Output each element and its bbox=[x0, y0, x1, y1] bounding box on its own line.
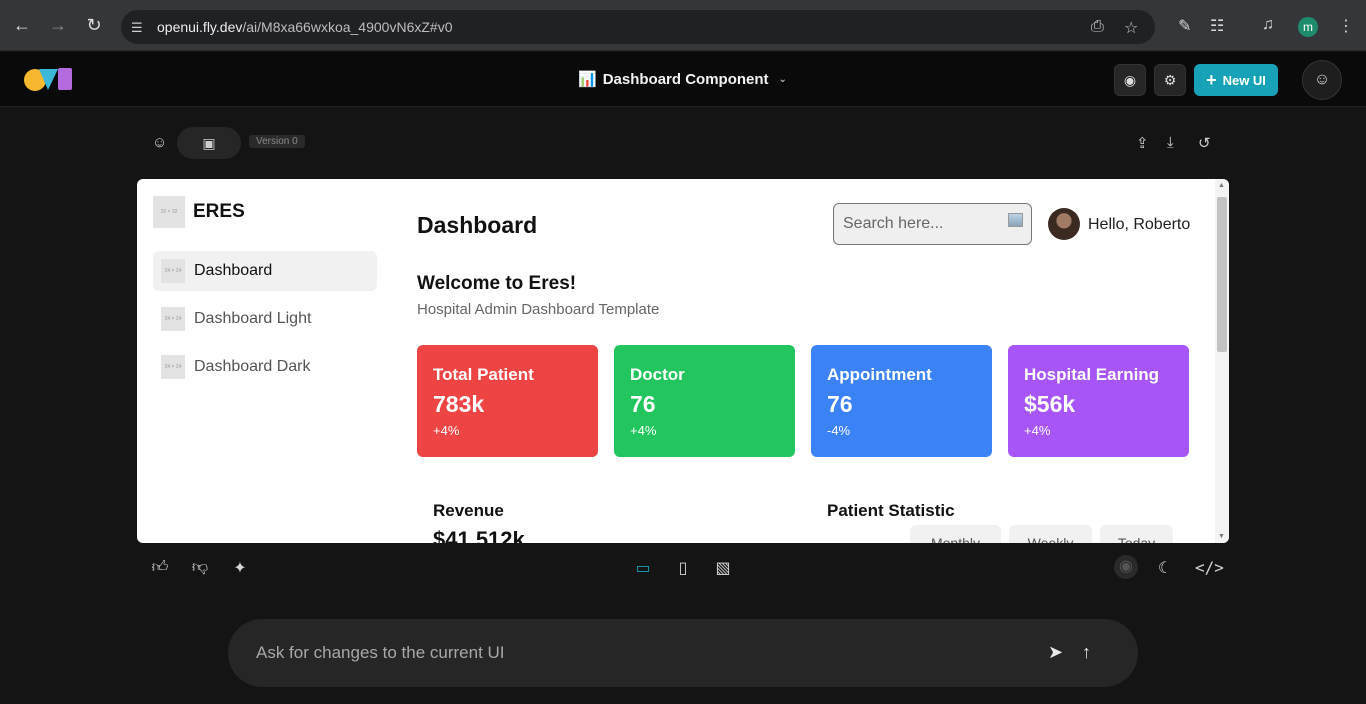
thumbs-up-icon[interactable]: 👍︎ bbox=[150, 558, 170, 577]
avatar[interactable] bbox=[1048, 208, 1080, 240]
bookmark-star-icon[interactable]: ☆ bbox=[1124, 18, 1138, 38]
tablet-view-icon[interactable]: ▯ bbox=[673, 558, 693, 578]
sidebar: 32 × 32 ERES 24 × 24 Dashboard 24 × 24 D… bbox=[137, 179, 393, 543]
version-badge: Version 0 bbox=[249, 135, 305, 148]
send-arrow-icon[interactable]: ↑ bbox=[1082, 642, 1091, 663]
patient-statistic-title: Patient Statistic bbox=[827, 501, 955, 520]
extensions-puzzle-icon[interactable]: ☷ bbox=[1210, 16, 1224, 36]
download-icon[interactable]: ⤓ bbox=[1167, 134, 1174, 151]
sidebar-item-label: Dashboard bbox=[194, 262, 273, 279]
back-icon[interactable]: ← bbox=[10, 13, 34, 37]
settings-button[interactable]: ⚙ bbox=[1154, 64, 1186, 96]
address-bar[interactable]: ☰ openui.fly.dev/ai/M8xa66wxkoa_4900vN6x… bbox=[121, 10, 1155, 44]
welcome-subtitle: Hospital Admin Dashboard Template bbox=[417, 301, 660, 318]
card-title: Doctor bbox=[630, 365, 685, 384]
welcome-title: Welcome to Eres! bbox=[417, 273, 577, 294]
github-icon: ◉ bbox=[1123, 71, 1137, 88]
revenue-value: $41,512k bbox=[433, 527, 525, 543]
chevron-down-icon: ⌄ bbox=[778, 73, 787, 85]
chart-icon: 📊 bbox=[578, 71, 597, 88]
page-title: Dashboard bbox=[417, 212, 538, 238]
card-title: Appointment bbox=[827, 365, 932, 384]
user-circle-icon[interactable]: ☺ bbox=[152, 134, 167, 151]
component-title[interactable]: 📊 Dashboard Component ⌄ bbox=[578, 70, 787, 89]
card-change: +4% bbox=[630, 423, 657, 438]
broken-image-icon bbox=[1008, 213, 1023, 227]
image-button[interactable]: ▣ bbox=[177, 127, 241, 159]
search-placeholder: Search here... bbox=[843, 215, 944, 232]
stat-card-appointment[interactable]: Appointment 76 -4% bbox=[811, 345, 992, 457]
card-title: Hospital Earning bbox=[1024, 365, 1160, 384]
scroll-up-icon[interactable]: ▲ bbox=[1218, 182, 1225, 189]
scrollbar-thumb[interactable] bbox=[1217, 197, 1227, 352]
history-icon[interactable]: ↺ bbox=[1198, 134, 1211, 152]
app-header: 📊 Dashboard Component ⌄ ◉ ⚙ + New UI ☺ bbox=[0, 52, 1366, 107]
share-icon[interactable]: ⇪ bbox=[1136, 134, 1149, 152]
theme-palette-icon[interactable]: ◉ bbox=[1114, 555, 1138, 579]
new-ui-label: New UI bbox=[1222, 72, 1266, 88]
preview-scrollbar[interactable]: ▲ ▼ bbox=[1215, 179, 1229, 543]
revenue-title: Revenue bbox=[433, 501, 504, 520]
user-icon: ☺ bbox=[1313, 71, 1331, 88]
sidebar-item-icon-placeholder: 24 × 24 bbox=[161, 307, 185, 331]
card-change: +4% bbox=[433, 423, 460, 438]
greeting: Hello, Roberto bbox=[1088, 216, 1191, 233]
search-input[interactable]: Search here... bbox=[833, 203, 1032, 245]
image-icon: ▣ bbox=[202, 134, 216, 151]
account-button[interactable]: ☺ bbox=[1302, 60, 1342, 100]
card-title: Total Patient bbox=[433, 365, 534, 384]
mobile-view-icon[interactable]: ▧ bbox=[713, 558, 733, 578]
profile-avatar[interactable]: m bbox=[1298, 17, 1318, 37]
chat-input[interactable]: Ask for changes to the current UI ➤ ↑ bbox=[228, 619, 1138, 687]
sidebar-item-dashboard-light[interactable]: 24 × 24 Dashboard Light bbox=[153, 299, 377, 339]
plus-icon: + bbox=[1206, 69, 1217, 90]
sidebar-item-dashboard[interactable]: 24 × 24 Dashboard bbox=[153, 251, 377, 291]
brand-name: ERES bbox=[193, 201, 245, 222]
desktop-view-icon[interactable]: ▭ bbox=[633, 558, 653, 578]
thumbs-down-icon[interactable]: 👎︎ bbox=[190, 558, 210, 577]
code-icon[interactable]: </> bbox=[1195, 558, 1224, 577]
scroll-down-icon[interactable]: ▼ bbox=[1218, 533, 1225, 540]
select-element-icon[interactable]: ➤ bbox=[1048, 642, 1063, 663]
stat-card-hospital-earning[interactable]: Hospital Earning $56k +4% bbox=[1008, 345, 1189, 457]
card-change: +4% bbox=[1024, 423, 1051, 438]
sidebar-item-label: Dashboard Light bbox=[194, 310, 312, 327]
forward-icon[interactable]: → bbox=[46, 13, 70, 37]
extension-icon[interactable]: ✎ bbox=[1178, 16, 1191, 36]
sidebar-item-label: Dashboard Dark bbox=[194, 358, 311, 375]
sidebar-item-dashboard-dark[interactable]: 24 × 24 Dashboard Dark bbox=[153, 347, 377, 387]
browser-toolbar: ← → ↻ ☰ openui.fly.dev/ai/M8xa66wxkoa_49… bbox=[0, 0, 1366, 51]
install-app-icon[interactable]: ⎙ bbox=[1091, 18, 1104, 36]
url-text: openui.fly.dev/ai/M8xa66wxkoa_4900vN6xZ#… bbox=[157, 19, 453, 35]
component-title-text: Dashboard Component bbox=[602, 70, 769, 88]
tab-today[interactable]: Today bbox=[1100, 525, 1173, 543]
media-control-icon[interactable]: ♫ bbox=[1262, 16, 1274, 34]
card-change: -4% bbox=[827, 423, 851, 438]
openui-logo[interactable] bbox=[24, 66, 72, 92]
card-value: $56k bbox=[1024, 391, 1076, 417]
magic-wand-icon[interactable]: ✦ bbox=[230, 558, 250, 578]
sidebar-item-icon-placeholder: 24 × 24 bbox=[161, 355, 185, 379]
new-ui-button[interactable]: + New UI bbox=[1194, 64, 1278, 96]
chat-placeholder: Ask for changes to the current UI bbox=[256, 643, 505, 662]
card-value: 783k bbox=[433, 391, 485, 417]
gear-icon: ⚙ bbox=[1163, 71, 1177, 88]
stat-card-doctor[interactable]: Doctor 76 +4% bbox=[614, 345, 795, 457]
dark-mode-moon-icon[interactable]: ☾ bbox=[1155, 558, 1175, 578]
card-value: 76 bbox=[827, 391, 853, 417]
browser-menu-icon[interactable]: ⋮ bbox=[1338, 16, 1354, 36]
stat-card-total-patient[interactable]: Total Patient 783k +4% bbox=[417, 345, 598, 457]
card-value: 76 bbox=[630, 391, 656, 417]
tab-weekly[interactable]: Weekly bbox=[1009, 525, 1092, 543]
brand[interactable]: 32 × 32 ERES bbox=[153, 196, 245, 228]
brand-logo-placeholder: 32 × 32 bbox=[153, 196, 185, 228]
site-settings-icon[interactable]: ☰ bbox=[131, 20, 147, 35]
tab-monthly[interactable]: Monthly bbox=[910, 525, 1001, 543]
github-button[interactable]: ◉ bbox=[1114, 64, 1146, 96]
sidebar-item-icon-placeholder: 24 × 24 bbox=[161, 259, 185, 283]
main-content: Dashboard Search here... Hello, Roberto … bbox=[417, 179, 1209, 543]
preview-frame: 32 × 32 ERES 24 × 24 Dashboard 24 × 24 D… bbox=[137, 179, 1229, 543]
reload-icon[interactable]: ↻ bbox=[82, 13, 106, 37]
